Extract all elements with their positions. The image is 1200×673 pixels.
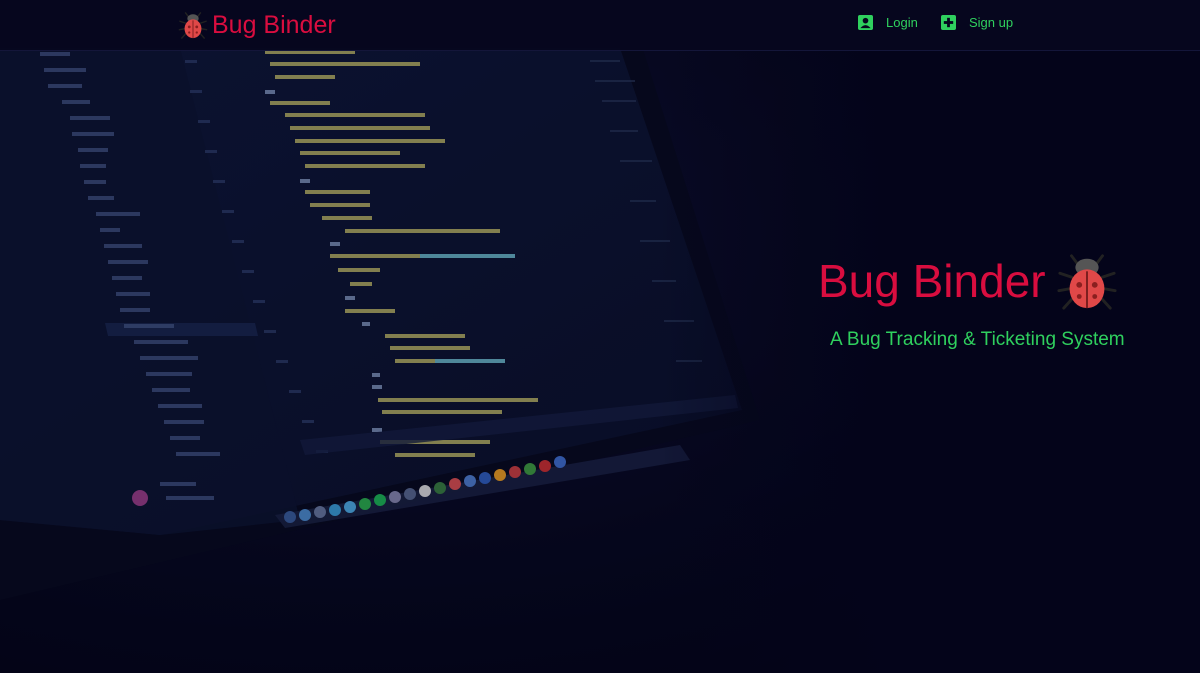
brand-name: Bug Binder xyxy=(212,10,336,39)
landing-page: Bug Binder Login Sign up Bug Binder A Bu… xyxy=(0,0,1200,673)
bug-icon xyxy=(1057,254,1117,310)
signup-label: Sign up xyxy=(969,15,1014,30)
plus-square-icon xyxy=(941,15,956,30)
hero-heading: Bug Binder xyxy=(818,248,1118,314)
brand-logo-link[interactable]: Bug Binder xyxy=(178,9,336,41)
user-square-icon xyxy=(858,15,873,30)
bug-icon xyxy=(178,12,208,39)
hero-subtitle: A Bug Tracking & Ticketing System xyxy=(830,329,1125,350)
hero-title: Bug Binder xyxy=(818,255,1046,307)
login-label: Login xyxy=(886,15,918,30)
signup-link[interactable]: Sign up xyxy=(941,15,1013,30)
navbar: Bug Binder Login Sign up xyxy=(0,0,1200,51)
login-link[interactable]: Login xyxy=(858,15,918,30)
